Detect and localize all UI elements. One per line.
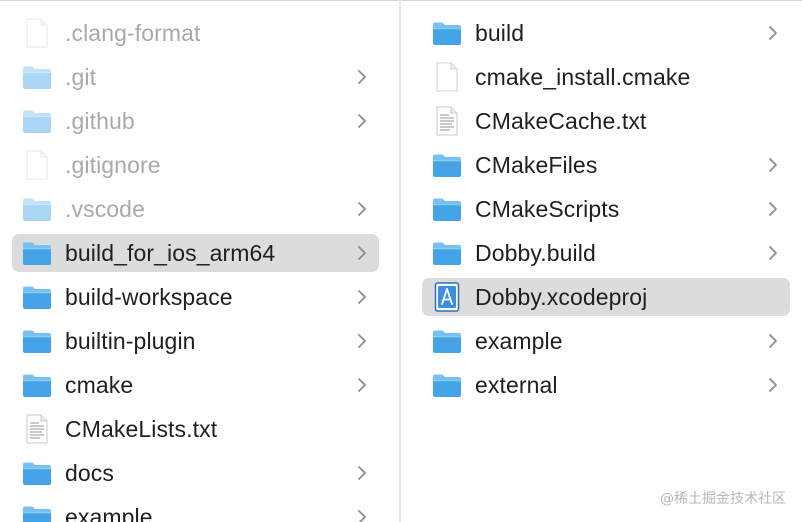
list-item[interactable]: build_for_ios_arm64	[12, 234, 379, 272]
item-label: .gitignore	[65, 151, 161, 178]
list-item[interactable]: .clang-format	[12, 14, 379, 52]
list-item[interactable]: CMakeFiles	[422, 146, 790, 184]
list-item[interactable]: build-workspace	[12, 278, 379, 316]
item-label: .git	[65, 63, 97, 90]
list-item[interactable]: example	[422, 322, 790, 360]
chevron-right-icon[interactable]	[768, 25, 778, 41]
list-item[interactable]: cmake	[12, 366, 379, 404]
folder-icon	[432, 326, 462, 356]
watermark: @稀土掘金技术社区	[660, 491, 786, 507]
chevron-right-icon[interactable]	[357, 333, 367, 349]
chevron-right-icon[interactable]	[768, 333, 778, 349]
item-label: CMakeFiles	[475, 151, 598, 178]
item-label: build-workspace	[65, 283, 233, 310]
chevron-right-icon[interactable]	[768, 157, 778, 173]
item-label: build	[475, 19, 525, 46]
chevron-right-icon[interactable]	[357, 201, 367, 217]
chevron-right-icon[interactable]	[357, 113, 367, 129]
item-label: cmake_install.cmake	[475, 63, 691, 90]
chevron-right-icon[interactable]	[357, 69, 367, 85]
list-item[interactable]: external	[422, 366, 790, 404]
item-label: CMakeLists.txt	[65, 415, 218, 442]
finder-column-left[interactable]: .clang-format .git .github .gitignore .vscod…	[0, 14, 399, 522]
folder-icon	[432, 194, 462, 224]
folder-icon	[432, 238, 462, 268]
folder-icon	[432, 370, 462, 400]
list-item[interactable]: .git	[12, 58, 379, 96]
item-label: Dobby.xcodeproj	[475, 283, 648, 310]
list-item[interactable]: docs	[12, 454, 379, 492]
item-label: .vscode	[65, 195, 145, 222]
chevron-right-icon[interactable]	[768, 377, 778, 393]
list-item[interactable]: build	[422, 14, 790, 52]
item-label: example	[475, 327, 563, 354]
text-file-icon	[22, 414, 52, 444]
folder-icon	[22, 502, 52, 522]
xcodeproj-icon	[432, 282, 462, 312]
folder-icon	[22, 370, 52, 400]
item-label: docs	[65, 459, 114, 486]
list-item[interactable]: .github	[12, 102, 379, 140]
list-item[interactable]: cmake_install.cmake	[422, 58, 790, 96]
item-label: CMakeScripts	[475, 195, 620, 222]
finder-column-right[interactable]: build cmake_install.cmake CMakeCache.txt CM…	[401, 14, 802, 522]
item-label: example	[65, 503, 153, 522]
list-item[interactable]: CMakeLists.txt	[12, 410, 379, 448]
folder-icon	[22, 238, 52, 268]
item-label: builtin-plugin	[65, 327, 196, 354]
list-item[interactable]: builtin-plugin	[12, 322, 379, 360]
list-item[interactable]: CMakeScripts	[422, 190, 790, 228]
text-file-icon	[432, 106, 462, 136]
chevron-right-icon[interactable]	[357, 289, 367, 305]
list-item[interactable]: Dobby.xcodeproj	[422, 278, 790, 316]
chevron-right-icon[interactable]	[357, 245, 367, 261]
item-label: build_for_ios_arm64	[65, 239, 276, 266]
folder-icon	[22, 282, 52, 312]
item-label: Dobby.build	[475, 239, 596, 266]
list-item[interactable]: .gitignore	[12, 146, 379, 184]
item-label: .github	[65, 107, 135, 134]
list-item[interactable]: example	[12, 498, 379, 522]
chevron-right-icon[interactable]	[357, 509, 367, 522]
folder-icon	[22, 106, 52, 136]
list-item[interactable]: CMakeCache.txt	[422, 102, 790, 140]
folder-icon	[22, 194, 52, 224]
item-label: external	[475, 371, 558, 398]
chevron-right-icon[interactable]	[357, 377, 367, 393]
folder-icon	[22, 62, 52, 92]
window-top-border	[0, 0, 802, 1]
chevron-right-icon[interactable]	[357, 465, 367, 481]
chevron-right-icon[interactable]	[768, 201, 778, 217]
folder-icon	[22, 326, 52, 356]
file-icon	[22, 18, 52, 48]
folder-icon	[22, 458, 52, 488]
folder-icon	[432, 18, 462, 48]
item-label: CMakeCache.txt	[475, 107, 647, 134]
item-label: .clang-format	[65, 19, 201, 46]
file-icon	[22, 150, 52, 180]
file-icon	[432, 62, 462, 92]
list-item[interactable]: .vscode	[12, 190, 379, 228]
chevron-right-icon[interactable]	[768, 245, 778, 261]
item-label: cmake	[65, 371, 134, 398]
folder-icon	[432, 150, 462, 180]
list-item[interactable]: Dobby.build	[422, 234, 790, 272]
